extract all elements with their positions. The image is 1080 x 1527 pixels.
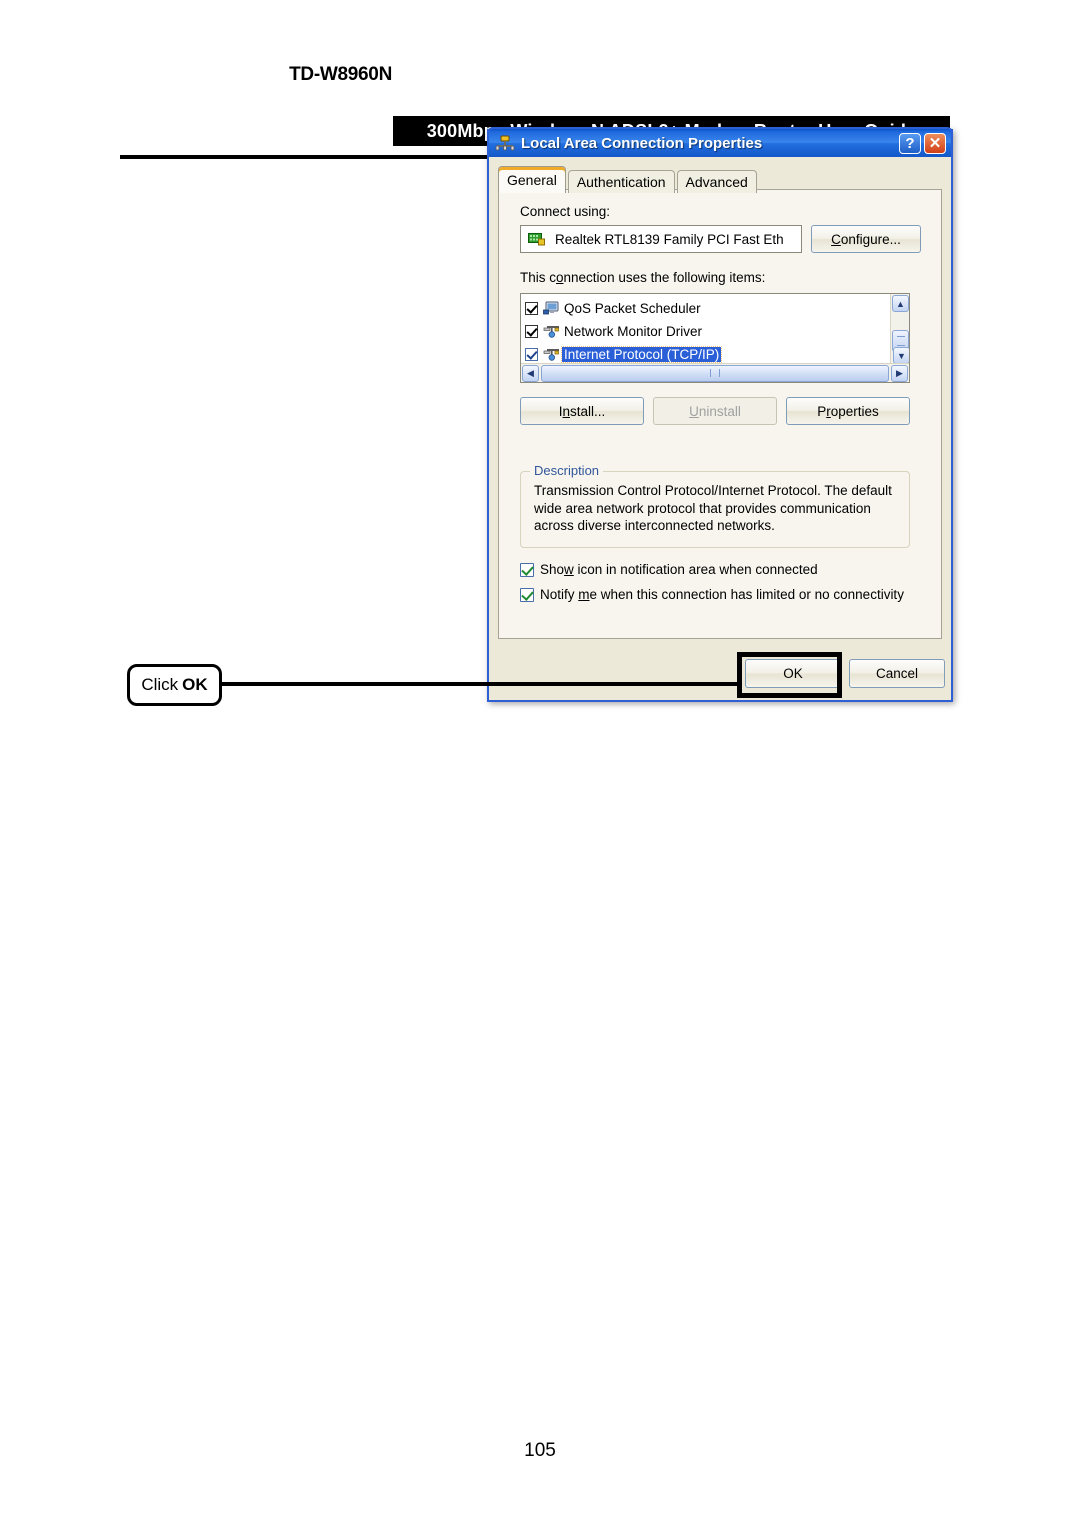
connect-using-label: Connect using: xyxy=(520,204,611,219)
network-protocol-icon xyxy=(543,347,560,362)
notify-option-row[interactable]: Notify me when this connection has limit… xyxy=(520,587,904,602)
callout-leader-line xyxy=(221,682,741,686)
items-list-label: This connection uses the following items… xyxy=(520,270,766,285)
network-connection-icon xyxy=(495,134,515,152)
header-model-name: TD-W8960N xyxy=(289,64,392,85)
configure-button[interactable]: Configure... xyxy=(811,225,921,253)
click-ok-callout: Click OK xyxy=(127,664,222,706)
properties-button[interactable]: Properties xyxy=(786,397,910,425)
network-adapter-name: Realtek RTL8139 Family PCI Fast Eth xyxy=(555,231,784,247)
network-protocol-icon xyxy=(543,324,560,339)
horizontal-scroll-thumb[interactable] xyxy=(541,364,889,382)
install-button[interactable]: Install... xyxy=(520,397,644,425)
listbox-horizontal-scrollbar[interactable]: ◀ ▶ xyxy=(521,363,909,382)
local-area-connection-properties-dialog: Local Area Connection Properties ? ✕ Gen… xyxy=(487,127,953,702)
show-icon-option-row[interactable]: Show icon in notification area when conn… xyxy=(520,562,818,577)
dialog-titlebar[interactable]: Local Area Connection Properties ? ✕ xyxy=(487,127,953,157)
dialog-tabstrip: General Authentication Advanced xyxy=(498,166,759,193)
show-icon-label: Show icon in notification area when conn… xyxy=(540,562,818,577)
close-icon[interactable]: ✕ xyxy=(924,132,946,154)
qos-monitor-icon xyxy=(543,301,560,316)
tab-general[interactable]: General xyxy=(498,166,566,193)
description-groupbox: Description Transmission Control Protoco… xyxy=(520,463,910,548)
description-text: Transmission Control Protocol/Internet P… xyxy=(534,483,892,533)
cancel-button[interactable]: Cancel xyxy=(849,659,945,688)
page-number: 105 xyxy=(524,1440,556,1461)
tab-advanced[interactable]: Advanced xyxy=(676,170,757,193)
callout-click-text: Click xyxy=(141,675,179,694)
network-adapter-icon xyxy=(528,232,546,247)
show-icon-checkbox[interactable] xyxy=(520,562,534,577)
list-item-label: Internet Protocol (TCP/IP) xyxy=(560,346,723,363)
scroll-left-icon[interactable]: ◀ xyxy=(522,364,539,382)
uninstall-button: Uninstall xyxy=(653,397,777,425)
scroll-down-icon[interactable]: ▼ xyxy=(893,347,909,364)
list-item[interactable]: QoS Packet Scheduler xyxy=(521,297,909,320)
item-checkbox[interactable] xyxy=(525,302,538,315)
notify-label: Notify me when this connection has limit… xyxy=(540,587,904,602)
listbox-vertical-scrollbar[interactable]: ▲ ▼ xyxy=(890,294,909,365)
callout-target-text: OK xyxy=(182,675,208,694)
list-item-label: Network Monitor Driver xyxy=(564,324,703,339)
help-button[interactable]: ? xyxy=(899,132,921,154)
titlebar-buttons: ? ✕ xyxy=(899,132,946,154)
ok-button-highlight-box xyxy=(737,652,842,698)
network-adapter-field[interactable]: Realtek RTL8139 Family PCI Fast Eth xyxy=(520,225,802,253)
list-item-label: QoS Packet Scheduler xyxy=(564,301,701,316)
notify-checkbox[interactable] xyxy=(520,587,534,602)
dialog-title: Local Area Connection Properties xyxy=(521,134,763,152)
scroll-right-icon[interactable]: ▶ xyxy=(891,364,908,382)
description-legend: Description xyxy=(530,463,604,478)
tab-authentication[interactable]: Authentication xyxy=(567,170,675,193)
list-item[interactable]: Network Monitor Driver xyxy=(521,320,909,343)
item-checkbox[interactable] xyxy=(525,325,538,338)
item-checkbox[interactable] xyxy=(525,348,538,361)
scroll-up-icon[interactable]: ▲ xyxy=(892,295,909,312)
network-items-listbox[interactable]: QoS Packet Scheduler Network Monitor Dri… xyxy=(520,293,910,383)
general-tab-page: Connect using: Realtek RTL8139 Family PC… xyxy=(498,189,942,639)
page-header: TD-W8960N 300Mbps Wireless N ADSL2+ Mode… xyxy=(0,54,1080,159)
